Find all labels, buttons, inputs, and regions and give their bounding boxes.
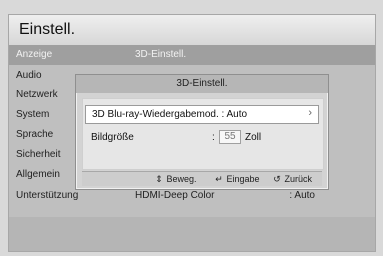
title-bar: Einstell. xyxy=(9,15,375,46)
footer-move: ⇕ Beweg. xyxy=(154,174,197,185)
menu-item-anzeige[interactable]: Anzeige 3D-Einstell. xyxy=(9,45,375,65)
footer-back-label: Zurück xyxy=(284,174,313,184)
chevron-right-icon: › xyxy=(308,107,312,119)
footer-move-label: Beweg. xyxy=(166,174,197,184)
screen-size-option[interactable]: Bildgröße : 55 Zoll xyxy=(91,130,311,146)
back-icon: ↺ xyxy=(273,174,281,184)
dialog-title: 3D-Einstell. xyxy=(76,75,328,93)
3d-settings-dialog: 3D-Einstell. 3D Blu-ray-Wiedergabemod. :… xyxy=(75,74,329,190)
footer-enter: ↵ Eingabe xyxy=(214,174,260,185)
dialog-body: 3D Blu-ray-Wiedergabemod. : Auto › Bildg… xyxy=(82,98,324,170)
menu-item-right-value: : Auto xyxy=(289,190,315,201)
tv-settings-screen: Einstell. Anzeige 3D-Einstell. Audio Net… xyxy=(8,14,376,252)
footer-back: ↺ Zurück xyxy=(272,174,312,185)
enter-icon: ↵ xyxy=(215,174,223,184)
screen-size-colon: : xyxy=(212,132,215,143)
menu-item-value: HDMI-Deep Color xyxy=(135,190,215,201)
up-down-arrows-icon: ⇕ xyxy=(155,174,163,184)
menu-item-label: System xyxy=(16,109,50,120)
menu-item-label: Anzeige xyxy=(16,49,53,60)
menu-item-label: Allgemein xyxy=(16,169,60,180)
screen-size-unit: Zoll xyxy=(245,132,262,143)
menu-item-value: 3D-Einstell. xyxy=(135,49,187,60)
menu-item-label: Sprache xyxy=(16,129,54,140)
menu-item-label: Unterstützung xyxy=(16,190,79,201)
footer-enter-label: Eingabe xyxy=(226,174,260,184)
menu-item-label: Netzwerk xyxy=(16,89,58,100)
bottom-area xyxy=(9,217,375,251)
bluray-playback-mode-text: 3D Blu-ray-Wiedergabemod. : Auto xyxy=(92,109,248,120)
menu-item-label: Audio xyxy=(16,70,42,81)
screen-title: Einstell. xyxy=(19,21,76,38)
dialog-footer: ⇕ Beweg. ↵ Eingabe ↺ Zurück xyxy=(82,171,322,186)
screen-size-label: Bildgröße xyxy=(91,132,134,143)
bluray-playback-mode-option[interactable]: 3D Blu-ray-Wiedergabemod. : Auto › xyxy=(85,105,319,124)
menu-item-label: Sicherheit xyxy=(16,149,61,160)
screen-size-value[interactable]: 55 xyxy=(219,130,241,144)
